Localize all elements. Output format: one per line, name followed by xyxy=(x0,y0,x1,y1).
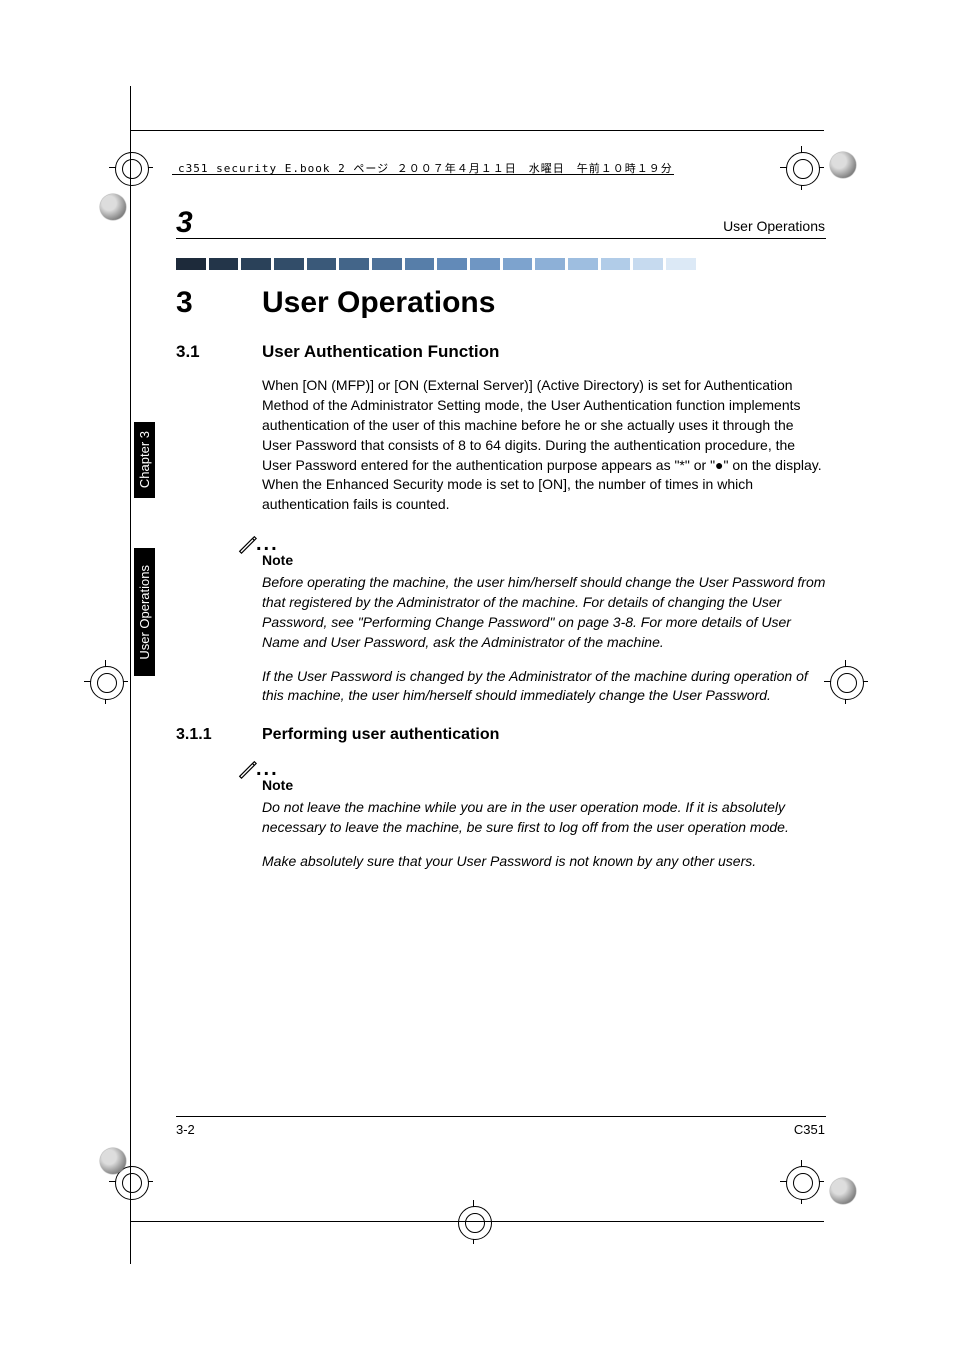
heading-3-number: 3.1.1 xyxy=(176,726,230,744)
note-paragraph: Do not leave the machine while you are i… xyxy=(262,798,826,838)
note-label: Note xyxy=(262,776,826,796)
heading-2: 3.1 User Authentication Function xyxy=(176,342,826,362)
dot-icon xyxy=(100,1148,126,1174)
heading-2-number: 3.1 xyxy=(176,342,230,362)
note-icon: ... xyxy=(236,529,826,551)
page-content: 3 User Operations 3.1 User Authenticatio… xyxy=(176,286,826,886)
regmark-icon xyxy=(84,660,128,704)
note-paragraph: If the User Password is changed by the A… xyxy=(262,667,826,707)
sidetab-section: User Operations xyxy=(134,548,155,676)
heading-3: 3.1.1 Performing user authentication xyxy=(176,726,826,744)
footer-rule xyxy=(176,1116,826,1117)
left-trim-rule xyxy=(130,86,131,1264)
regmark-icon xyxy=(824,660,868,704)
header-chapter-number: 3 xyxy=(176,206,193,240)
header-running-title: User Operations xyxy=(723,218,825,234)
heading-1-text: User Operations xyxy=(262,286,495,320)
header-rule xyxy=(176,238,826,239)
heading-2-text: User Authentication Function xyxy=(262,342,499,362)
file-line: c351_security_E.book 2 ページ ２００７年４月１１日 水曜… xyxy=(178,160,673,176)
paragraph: When [ON (MFP)] or [ON (External Server)… xyxy=(262,376,826,515)
dot-icon xyxy=(100,194,126,220)
heading-3-text: Performing user authentication xyxy=(262,726,499,744)
dash-bar xyxy=(176,258,826,270)
note-icon: ... xyxy=(236,754,826,776)
heading-1: 3 User Operations xyxy=(176,286,826,320)
dot-icon xyxy=(830,1178,856,1204)
sidetab-section-label: User Operations xyxy=(137,557,152,668)
footer-page-number: 3-2 xyxy=(176,1122,195,1137)
note-paragraph: Make absolutely sure that your User Pass… xyxy=(262,852,826,872)
dot-icon xyxy=(830,152,856,178)
heading-1-number: 3 xyxy=(176,286,230,320)
footer-model: C351 xyxy=(794,1122,825,1137)
note-paragraph: Before operating the machine, the user h… xyxy=(262,573,826,653)
note-label: Note xyxy=(262,551,826,571)
sidetab-chapter: Chapter 3 xyxy=(134,422,155,498)
sidetab-chapter-label: Chapter 3 xyxy=(137,423,152,496)
